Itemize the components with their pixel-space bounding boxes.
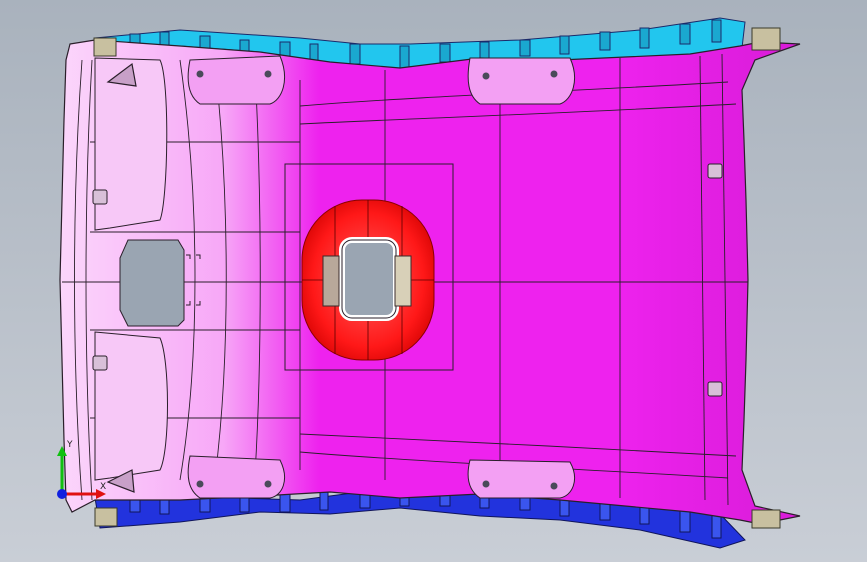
axis-triad: Y X bbox=[40, 436, 110, 506]
headliner-model[interactable] bbox=[0, 0, 867, 562]
x-axis-label: X bbox=[100, 482, 107, 492]
rear-opening bbox=[119, 239, 185, 327]
y-axis-arrowhead bbox=[57, 446, 67, 456]
sunroof-opening[interactable] bbox=[339, 237, 399, 321]
3d-viewport[interactable]: Y X bbox=[0, 0, 867, 562]
z-axis-dot bbox=[57, 489, 67, 499]
sunroof-bracket-right bbox=[394, 255, 412, 307]
y-axis-label: Y bbox=[67, 440, 73, 450]
sunroof-bracket-left bbox=[322, 255, 340, 307]
